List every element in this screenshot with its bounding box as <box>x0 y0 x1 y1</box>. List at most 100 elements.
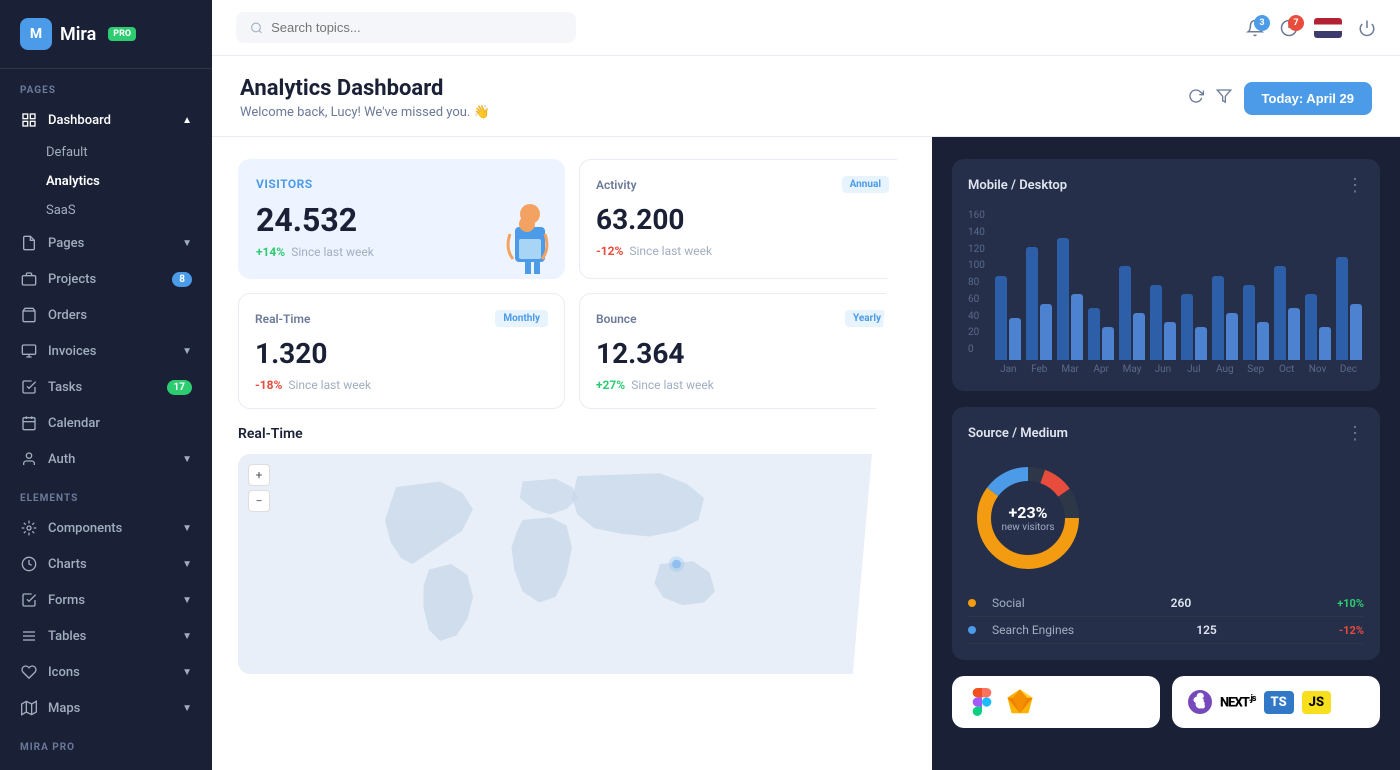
light-panel: Visitors 24.532 +14% Since last week <box>212 137 932 770</box>
tables-icon <box>20 627 38 645</box>
search-input[interactable] <box>271 20 562 35</box>
page-header-right: Today: April 29 <box>1188 82 1372 115</box>
realtime-card: Real-Time Monthly 1.320 -18% Since last … <box>238 293 565 409</box>
code-tech-card: NEXT.js TS JS <box>1172 676 1380 728</box>
components-label: Components <box>48 521 122 536</box>
sidebar-item-components[interactable]: Components ▼ <box>0 510 212 546</box>
sidebar-item-projects[interactable]: Projects 8 <box>0 261 212 297</box>
dashboard-chevron: ▲ <box>182 115 192 126</box>
charts-icon <box>20 555 38 573</box>
sidebar-item-charts[interactable]: Charts ▼ <box>0 546 212 582</box>
sidebar-item-calendar[interactable]: Calendar <box>0 405 212 441</box>
refresh-button[interactable] <box>1188 88 1204 108</box>
bounce-change-value: +27% <box>596 378 625 392</box>
pro-badge: PRO <box>108 27 136 41</box>
sidebar-item-dashboard[interactable]: Dashboard ▲ <box>0 102 212 138</box>
donut-sublabel: new visitors <box>1001 522 1054 533</box>
alerts-button[interactable]: 7 <box>1280 19 1298 37</box>
mobile-desktop-more-button[interactable]: ⋮ <box>1346 175 1364 196</box>
maps-icon <box>20 699 38 717</box>
bar-col-apr <box>1088 308 1114 360</box>
page-title: Analytics Dashboard <box>240 76 490 101</box>
nextjs-text: NEXT.js <box>1220 694 1256 710</box>
sidebar-item-maps[interactable]: Maps ▼ <box>0 690 212 726</box>
bar-light-dec <box>1350 304 1362 360</box>
today-button[interactable]: Today: April 29 <box>1244 82 1372 115</box>
sidebar-item-auth[interactable]: Auth ▼ <box>0 441 212 477</box>
invoices-label: Invoices <box>48 344 96 359</box>
sidebar-item-orders[interactable]: Orders <box>0 297 212 333</box>
map-title: Real-Time <box>238 426 303 442</box>
bar-dark-jan <box>995 276 1007 360</box>
sidebar-item-invoices[interactable]: Invoices ▼ <box>0 333 212 369</box>
realtime-change-label: Since last week <box>288 378 371 392</box>
logo-icon: M <box>20 18 52 50</box>
sidebar-sub-analytics[interactable]: Analytics <box>0 167 212 196</box>
source-row-social: Social 260 +10% <box>968 590 1364 617</box>
x-label-mar: Mar <box>1055 364 1086 375</box>
source-social-name: Social <box>968 596 1025 610</box>
sidebar-sub-saas[interactable]: SaaS <box>0 196 212 225</box>
charts-chevron: ▼ <box>182 559 192 570</box>
x-label-jul: Jul <box>1178 364 1209 375</box>
icons-icon <box>20 663 38 681</box>
dashboard-label: Dashboard <box>48 113 111 128</box>
projects-icon <box>20 270 38 288</box>
map-header: Real-Time ⋮ <box>238 423 906 444</box>
realtime-map-section: Real-Time ⋮ + − <box>238 423 906 674</box>
filter-button[interactable] <box>1216 88 1232 108</box>
bounce-title: Bounce <box>596 312 637 326</box>
bounce-badge: Yearly <box>845 310 889 327</box>
tasks-badge: 17 <box>167 380 192 395</box>
sidebar-item-tables[interactable]: Tables ▼ <box>0 618 212 654</box>
power-button[interactable] <box>1358 19 1376 37</box>
activity-badge: Annual <box>842 176 889 193</box>
sidebar-item-icons[interactable]: Icons ▼ <box>0 654 212 690</box>
orders-icon <box>20 306 38 324</box>
sidebar-item-forms[interactable]: Forms ▼ <box>0 582 212 618</box>
bar-dark-apr <box>1088 308 1100 360</box>
forms-icon <box>20 591 38 609</box>
language-flag[interactable] <box>1314 18 1342 38</box>
orders-label: Orders <box>48 308 87 323</box>
tables-label: Tables <box>48 629 86 644</box>
notifications-button[interactable]: 3 <box>1246 19 1264 37</box>
visitors-change-value: +14% <box>256 245 285 259</box>
dashboard-icon <box>20 111 38 129</box>
chart-bars <box>993 210 1364 360</box>
invoices-icon <box>20 342 38 360</box>
realtime-map-container: + − <box>238 454 906 674</box>
realtime-change: -18% Since last week <box>255 378 548 392</box>
source-medium-more-button[interactable]: ⋮ <box>1346 423 1364 444</box>
map-zoom-out-button[interactable]: − <box>248 490 270 512</box>
page-header-left: Analytics Dashboard Welcome back, Lucy! … <box>240 76 490 120</box>
map-more-button[interactable]: ⋮ <box>888 423 906 444</box>
x-label-nov: Nov <box>1302 364 1333 375</box>
bar-light-may <box>1133 313 1145 360</box>
bar-light-sep <box>1257 322 1269 360</box>
sketch-icon <box>1006 688 1034 716</box>
social-dot <box>968 599 976 607</box>
source-table: Social 260 +10% Search Engines 125 -12% <box>968 590 1364 644</box>
bar-col-oct <box>1274 266 1300 360</box>
bar-dark-dec <box>1336 257 1348 360</box>
map-controls: + − <box>248 464 270 512</box>
invoices-chevron: ▼ <box>182 346 192 357</box>
realtime-value: 1.320 <box>255 337 548 370</box>
pages-label: Pages <box>48 236 84 251</box>
page-subtitle: Welcome back, Lucy! We've missed you. 👋 <box>240 105 490 120</box>
x-label-dec: Dec <box>1333 364 1364 375</box>
projects-label: Projects <box>48 272 96 287</box>
sidebar-item-pages[interactable]: Pages ▼ <box>0 225 212 261</box>
sidebar-item-tasks[interactable]: Tasks 17 <box>0 369 212 405</box>
sidebar-sub-default[interactable]: Default <box>0 138 212 167</box>
bar-dark-mar <box>1057 238 1069 360</box>
forms-label: Forms <box>48 593 85 608</box>
figma-sketch-card <box>952 676 1160 728</box>
elements-section-label: ELEMENTS <box>0 477 212 510</box>
visitors-change-label: Since last week <box>291 245 374 259</box>
components-icon <box>20 519 38 537</box>
map-zoom-in-button[interactable]: + <box>248 464 270 486</box>
bar-light-jul <box>1195 327 1207 360</box>
tasks-label: Tasks <box>48 380 82 395</box>
